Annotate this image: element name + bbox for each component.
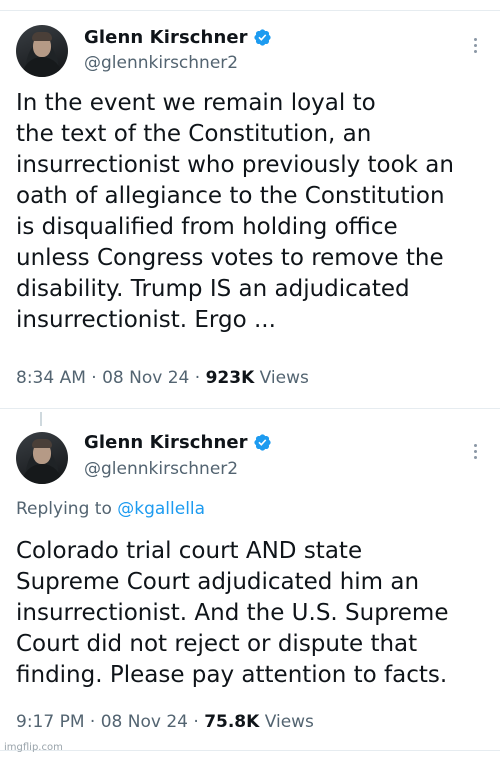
tweet-2[interactable]: Glenn Kirschner @glennkirschner2 Replyin…	[0, 0, 500, 759]
replying-to-label: Replying to	[16, 499, 112, 519]
tweet-meta: 9:17 PM · 08 Nov 24 · 75.8K Views	[16, 712, 314, 732]
author-name-row: Glenn Kirschner	[84, 432, 272, 453]
author-handle[interactable]: @glennkirschner2	[84, 459, 238, 479]
watermark: imgflip.com	[4, 742, 63, 753]
meta-separator: ·	[193, 712, 199, 732]
author-name[interactable]: Glenn Kirschner	[84, 432, 248, 453]
replying-to: Replying to @kgallella	[16, 499, 205, 519]
verified-badge-icon	[254, 434, 271, 451]
more-options-icon[interactable]	[474, 444, 478, 462]
replying-to-mention[interactable]: @kgallella	[117, 499, 205, 519]
tweet-text: Colorado trial court AND state Supreme C…	[16, 538, 449, 688]
tweet-date[interactable]: 08 Nov 24	[101, 712, 188, 732]
views-count: 75.8K	[204, 712, 260, 732]
bottom-divider	[0, 750, 500, 751]
tweet-time[interactable]: 9:17 PM	[16, 712, 85, 732]
author-avatar[interactable]	[16, 432, 68, 484]
views-label: Views	[264, 712, 314, 732]
meta-separator: ·	[89, 712, 96, 732]
